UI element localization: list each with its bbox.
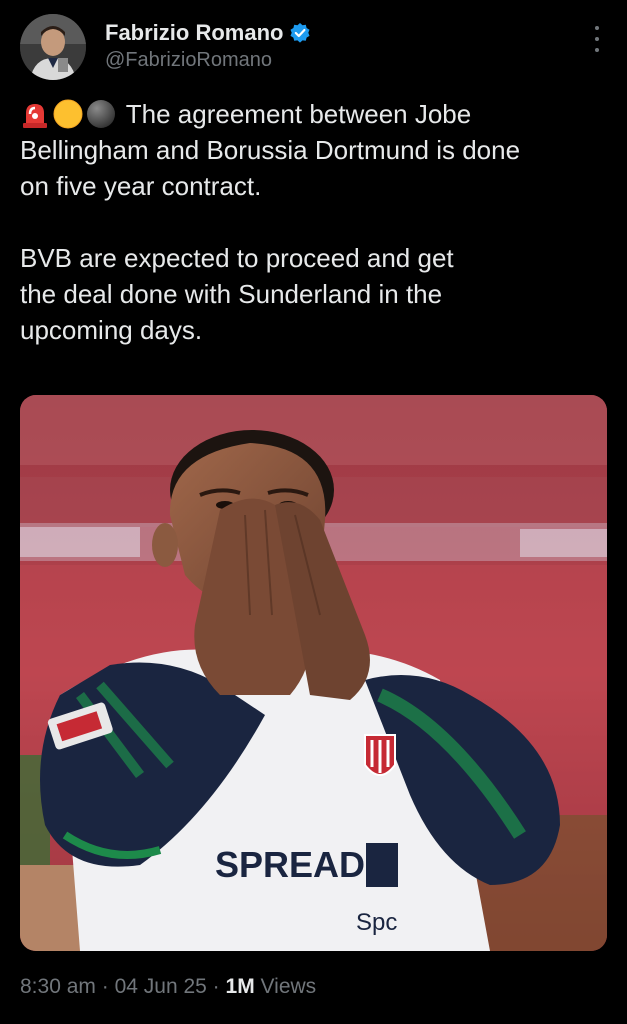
tweet-time[interactable]: 8:30 am (20, 975, 96, 998)
shirt-sponsor-text: SPREAD (215, 844, 365, 885)
tweet-line-5: BVB are expected to proceed and get (20, 243, 454, 273)
views-count[interactable]: 1M (226, 975, 255, 998)
tweet-text: The agreement between Jobe Bellingham an… (20, 96, 615, 348)
tweet-line-1: The agreement between Jobe (20, 96, 615, 132)
display-name[interactable]: Fabrizio Romano (105, 20, 283, 46)
tweet-line-2: Bellingham and Borussia Dortmund is done (20, 135, 521, 165)
tweet-line-3: on five year contract. (20, 171, 262, 201)
views-label: Views (260, 975, 317, 998)
tweet-line-7: upcoming days. (20, 315, 203, 345)
tweet-media-photo[interactable]: SPREAD Spc (20, 395, 607, 951)
more-options-icon[interactable] (592, 26, 602, 52)
meta-separator: · (212, 975, 220, 998)
tweet-meta: 8:30 am · 04 Jun 25 · 1M Views (20, 975, 316, 999)
avatar[interactable] (20, 14, 86, 80)
tweet-header: Fabrizio Romano @FabrizioRomano (20, 12, 610, 80)
name-row: Fabrizio Romano (105, 20, 311, 46)
handle[interactable]: @FabrizioRomano (105, 49, 272, 72)
tweet-line-text: The agreement between Jobe (125, 99, 472, 129)
verified-badge-icon (289, 22, 311, 44)
tweet-line-6: the deal done with Sunderland in the (20, 279, 443, 309)
shirt-sponsor-text-2: Spc (356, 909, 397, 936)
tweet-date[interactable]: 04 Jun 25 (115, 975, 207, 998)
meta-separator: · (101, 975, 109, 998)
